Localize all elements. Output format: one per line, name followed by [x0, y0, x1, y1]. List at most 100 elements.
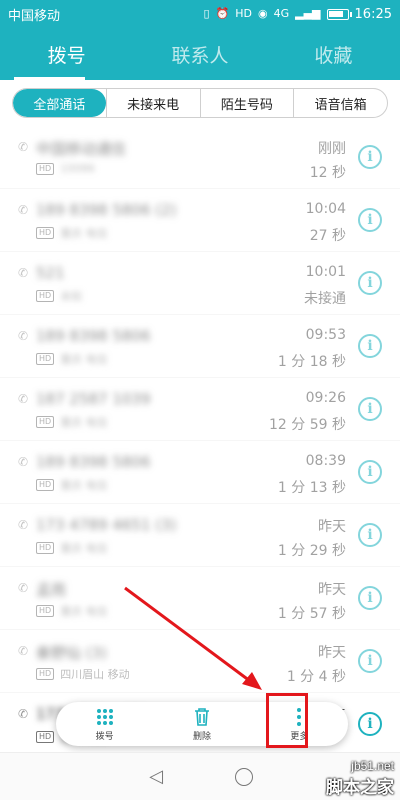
call-direction-icon: ✆: [18, 392, 29, 406]
call-log-list: ✆ 中国移动通信 HD 10086 刚刚 12 秒 i ✆ 189 8398 5806 (2) H…: [0, 126, 400, 756]
back-triangle-icon: ◁: [149, 766, 163, 787]
filter-missed-calls[interactable]: 未接来电: [105, 89, 200, 117]
caller-detail: HD 重庆 电信: [36, 477, 108, 493]
tab-favorites[interactable]: 收藏: [267, 28, 400, 80]
filter-all-calls[interactable]: 全部通话: [13, 89, 106, 117]
caller-detail: HD 重庆 电信: [36, 540, 108, 556]
call-time: 昨天: [318, 582, 346, 598]
caller-name: 189 8398 5806 (2): [36, 201, 177, 219]
hd-call-icon: HD: [36, 353, 55, 365]
hd-call-icon: HD: [36, 605, 55, 617]
call-direction-icon: ✆: [18, 203, 29, 217]
call-duration: 12 秒: [309, 165, 346, 181]
caller-name: 189 8398 5806: [36, 453, 151, 471]
hd-call-icon: HD: [36, 479, 55, 491]
hd-call-icon: HD: [36, 290, 55, 302]
caller-location: 重庆 电信: [60, 353, 108, 366]
caller-location: 重庆 电信: [60, 416, 108, 429]
call-time: 昨天: [318, 519, 346, 535]
call-direction-icon: ✆: [18, 581, 29, 595]
call-duration: 1 分 4 秒: [286, 669, 346, 685]
caller-detail: HD 重庆 电信: [36, 351, 108, 367]
filter-unknown-numbers[interactable]: 陌生号码: [199, 89, 294, 117]
call-info-icon[interactable]: i: [358, 334, 382, 358]
home-circle-icon: [235, 767, 253, 786]
call-info-icon[interactable]: i: [358, 460, 382, 484]
home-button[interactable]: [230, 763, 258, 791]
call-duration: 1 分 29 秒: [277, 543, 346, 559]
call-info-icon[interactable]: i: [358, 712, 382, 736]
dial-pad-button[interactable]: 拨号: [56, 702, 153, 746]
caller-name: 173 4789 4651 (3): [36, 516, 177, 534]
call-info-icon[interactable]: i: [358, 649, 382, 673]
call-duration: 1 分 18 秒: [277, 354, 346, 370]
caller-name: 孟雨: [36, 581, 67, 599]
caller-name: 521: [36, 264, 65, 282]
call-direction-icon: ✆: [18, 329, 29, 343]
call-direction-icon: ✆: [18, 518, 29, 532]
call-log-row[interactable]: ✆ 189 8398 5806 (2) HD 重庆 电信 10:04 27 秒 i: [0, 189, 400, 252]
alarm-icon: ⏰: [215, 7, 230, 20]
status-time: 16:25: [354, 6, 392, 22]
call-time: 昨天: [318, 645, 346, 661]
delete-button[interactable]: 删除: [153, 702, 250, 746]
caller-location: 10086: [60, 162, 96, 175]
call-info-icon[interactable]: i: [358, 208, 382, 232]
call-info-icon[interactable]: i: [358, 145, 382, 169]
main-tabs: 拨号 联系人 收藏: [0, 28, 400, 80]
call-log-row[interactable]: ✆ 孟雨 HD 重庆 电信 昨天 1 分 57 秒 i: [0, 567, 400, 630]
call-direction-icon: ✆: [18, 644, 29, 658]
call-time: 08:39: [305, 453, 346, 469]
call-duration: 12 分 59 秒: [269, 417, 346, 433]
caller-location: 重庆 电信: [60, 479, 108, 492]
tab-contacts[interactable]: 联系人: [133, 28, 266, 80]
back-button[interactable]: ◁: [142, 763, 170, 791]
call-log-row[interactable]: ✆ 187 2587 1039 HD 重庆 电信 09:26 12 分 59 秒 i: [0, 378, 400, 441]
caller-detail: HD 四川眉山 移动: [36, 666, 130, 682]
call-info-icon[interactable]: i: [358, 397, 382, 421]
call-filter-bar: 全部通话 未接来电 陌生号码 语音信箱: [0, 80, 400, 126]
hd-call-icon: HD: [36, 416, 55, 428]
caller-name: 187 2587 1039: [36, 390, 151, 408]
call-time: 09:53: [305, 327, 346, 343]
watermark-site-name: 脚本之家: [326, 778, 394, 798]
caller-location: 重庆 电信: [60, 605, 108, 618]
call-duration: 1 分 13 秒: [277, 480, 346, 496]
call-info-icon[interactable]: i: [358, 523, 382, 547]
call-direction-icon: ✆: [18, 140, 29, 154]
hd-call-icon: HD: [36, 227, 55, 239]
vibrate-icon: ▯: [203, 7, 210, 20]
call-direction-icon: ✆: [18, 266, 29, 280]
hd-badge: HD: [235, 7, 252, 20]
call-direction-icon: ✆: [18, 707, 29, 721]
call-log-row[interactable]: ✆ 189 8398 5806 HD 重庆 电信 09:53 1 分 18 秒 i: [0, 315, 400, 378]
caller-name: 189 8398 5806: [36, 327, 151, 345]
hd-call-icon: HD: [36, 668, 55, 680]
trash-icon: [193, 707, 211, 727]
call-filter-segmented: 全部通话 未接来电 陌生号码 语音信箱: [12, 88, 388, 118]
filter-voicemail[interactable]: 语音信箱: [293, 89, 387, 117]
dial-pad-label: 拨号: [95, 731, 114, 742]
dialpad-icon: [96, 707, 113, 727]
call-log-row[interactable]: ✆ 秦野仙 (3) HD 四川眉山 移动 昨天 1 分 4 秒 i: [0, 630, 400, 693]
caller-name: 中国移动通信: [36, 140, 127, 158]
tab-dial[interactable]: 拨号: [0, 28, 133, 80]
caller-location: 重庆 电信: [60, 542, 108, 555]
hd-call-icon: HD: [36, 542, 55, 554]
call-time: 09:26: [305, 390, 346, 406]
call-info-icon[interactable]: i: [358, 586, 382, 610]
site-watermark: jb51.net 脚本之家: [326, 759, 394, 798]
call-log-row[interactable]: ✆ 173 4789 4651 (3) HD 重庆 电信 昨天 1 分 29 秒 i: [0, 504, 400, 567]
call-log-row[interactable]: ✆ 中国移动通信 HD 10086 刚刚 12 秒 i: [0, 126, 400, 189]
caller-name: 秦野仙 (3): [36, 644, 108, 662]
watermark-url: jb51.net: [351, 759, 394, 773]
hd-call-icon: HD: [36, 162, 55, 175]
call-log-row[interactable]: ✆ 521 HD 未知 10:01 未接通 i: [0, 252, 400, 315]
call-info-icon[interactable]: i: [358, 271, 382, 295]
caller-detail: HD 10086: [36, 162, 95, 175]
call-log-row[interactable]: ✆ 189 8398 5806 HD 重庆 电信 08:39 1 分 13 秒 i: [0, 441, 400, 504]
caller-location: 未知: [60, 290, 83, 303]
caller-detail: HD 未知: [36, 288, 82, 304]
delete-label: 删除: [192, 731, 211, 742]
caller-location: 重庆 电信: [60, 227, 108, 240]
